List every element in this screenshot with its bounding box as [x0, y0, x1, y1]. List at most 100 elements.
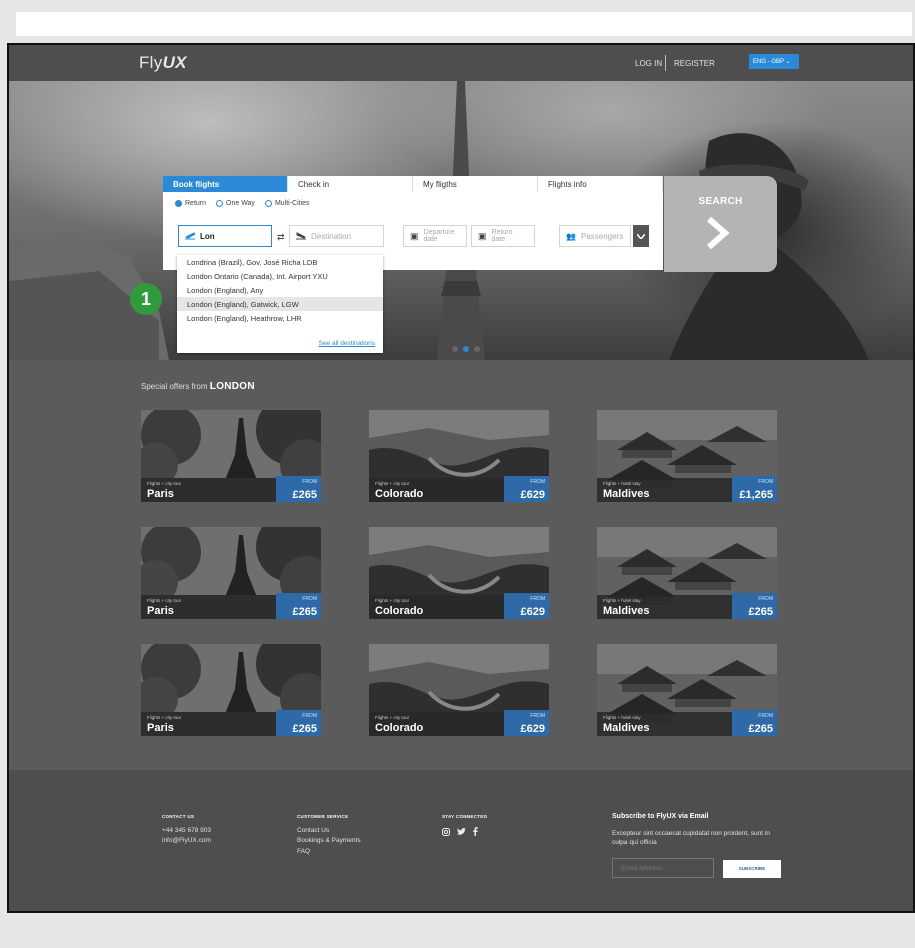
tab-book-flights[interactable]: Book flights	[163, 176, 288, 192]
price-from-label: FROM	[530, 713, 545, 719]
trip-type-group: Return One Way Multi-Cities	[175, 200, 310, 207]
suggestion-item-highlighted[interactable]: London (England), Gatwick, LGW	[177, 297, 383, 311]
carousel-dot[interactable]	[452, 346, 458, 352]
card-subtitle: Flights + city tour	[147, 481, 182, 486]
card-city: Paris	[147, 488, 174, 500]
radio-return[interactable]: Return	[175, 200, 206, 207]
tab-flights-info[interactable]: Flights info	[538, 176, 663, 192]
price-value: £629	[520, 489, 545, 501]
offer-card[interactable]: Flights + city tour Paris FROM £265	[141, 527, 321, 619]
contact-email[interactable]: info@FlyUX.com	[162, 837, 211, 844]
offer-card[interactable]: Flights + hotel stay Maldives FROM £1,265	[597, 410, 777, 502]
service-heading: CUSTOMER SERVICE	[297, 814, 349, 819]
radio-dot	[264, 200, 272, 207]
social-links	[442, 827, 478, 836]
price-box: FROM £629	[504, 593, 549, 619]
footer-link-faq[interactable]: FAQ	[297, 848, 310, 855]
suggestion-item[interactable]: London (England), Heathrow, LHR	[177, 311, 383, 325]
chevron-down-icon	[637, 233, 645, 239]
price-value: £265	[292, 606, 317, 618]
suggestion-item[interactable]: London (England), Any	[177, 283, 383, 297]
price-box: FROM £265	[276, 710, 321, 736]
offer-card[interactable]: Flights + city tour Paris FROM £265	[141, 410, 321, 502]
suggestion-item[interactable]: London Ontario (Canada), Int. Airport YX…	[177, 269, 383, 283]
departure-date-input[interactable]: ▣ Departure date	[403, 225, 467, 247]
card-subtitle: Flights + city tour	[375, 715, 410, 720]
card-city: Maldives	[603, 605, 650, 617]
login-link[interactable]: LOG IN	[635, 59, 662, 68]
contact-heading: CONTACT US	[162, 814, 195, 819]
radio-multi-cities[interactable]: Multi-Cities	[264, 200, 310, 207]
carousel-dot-active[interactable]	[463, 346, 469, 352]
price-box: FROM £629	[504, 710, 549, 736]
tab-my-flights[interactable]: My fligths	[413, 176, 538, 192]
offer-card[interactable]: Flights + city tour Paris FROM £265	[141, 644, 321, 736]
radio-label: Return	[185, 200, 207, 207]
facebook-icon[interactable]	[473, 827, 478, 836]
swap-icon[interactable]: ⇄	[277, 232, 285, 243]
passengers-placeholder: Passengers	[580, 231, 624, 241]
register-link[interactable]: REGISTER	[674, 59, 715, 68]
passengers-dropdown-button[interactable]	[633, 225, 649, 247]
subscribe-text: Excepteur sint occaecat cupidatat non pr…	[612, 830, 770, 846]
card-subtitle: Flights + city tour	[375, 598, 410, 603]
card-subtitle: Flights + hotel stay	[603, 598, 641, 603]
page-frame: FlyUX LOG IN REGISTER ENG - GBP ⌄ Book f…	[7, 43, 915, 913]
price-from-label: FROM	[758, 596, 773, 602]
price-value: £1,265	[739, 489, 773, 501]
card-subtitle: Flights + city tour	[147, 598, 182, 603]
origin-input[interactable]: Lon	[178, 225, 272, 247]
footer-link-contact[interactable]: Contact Us	[297, 827, 329, 834]
passengers-input[interactable]: 👥 Passengers	[559, 225, 631, 247]
return-label-2: date	[491, 236, 506, 243]
tab-check-in[interactable]: Check in	[288, 176, 413, 192]
instagram-icon[interactable]	[442, 827, 450, 836]
destination-placeholder: Destination	[311, 231, 352, 241]
offer-card[interactable]: Flights + hotel stay Maldives FROM £265	[597, 644, 777, 736]
language-value: ENG - GBP	[753, 59, 784, 65]
return-date-input[interactable]: ▣ Return date	[471, 225, 535, 247]
nav-divider	[665, 55, 666, 71]
price-from-label: FROM	[758, 713, 773, 719]
offer-card[interactable]: Flights + hotel stay Maldives FROM £265	[597, 527, 777, 619]
chevron-right-icon	[707, 216, 730, 250]
price-box: FROM £265	[732, 593, 777, 619]
subscribe-email-input[interactable]	[612, 858, 714, 878]
carousel-dot[interactable]	[474, 346, 480, 352]
calendar-icon: ▣	[410, 230, 419, 241]
price-box: FROM £265	[276, 593, 321, 619]
logo[interactable]: FlyUX	[139, 53, 187, 73]
card-city: Colorado	[375, 605, 424, 617]
card-subtitle: Flights + hotel stay	[603, 481, 641, 486]
suggestion-item[interactable]: Londrina (Brazil), Gov. José Richa LDB	[177, 255, 383, 269]
radio-label: One Way	[226, 200, 255, 207]
browser-address-bar[interactable]	[16, 12, 912, 36]
price-box: FROM £265	[732, 710, 777, 736]
landing-icon	[296, 232, 306, 240]
offer-card[interactable]: Flights + city tour Colorado FROM £629	[369, 644, 549, 736]
subscribe-button[interactable]: SUBSCRIBE	[723, 860, 781, 878]
price-from-label: FROM	[302, 596, 317, 602]
twitter-icon[interactable]	[457, 827, 466, 836]
language-select[interactable]: ENG - GBP ⌄	[749, 54, 799, 69]
chevron-down-icon: ⌄	[785, 59, 791, 65]
price-from-label: FROM	[302, 713, 317, 719]
social-heading: STAY CONNECTED	[442, 814, 488, 819]
search-button[interactable]: SEARCH	[664, 176, 777, 272]
see-all-destinations-link[interactable]: See all destinations	[319, 340, 375, 347]
price-value: £265	[748, 606, 773, 618]
hero-banner: Book flights Check in My fligths Flights…	[9, 81, 913, 360]
offer-card[interactable]: Flights + city tour Colorado FROM £629	[369, 410, 549, 502]
destination-input[interactable]: Destination	[289, 225, 384, 247]
contact-phone: +44 345 678 903	[162, 827, 211, 834]
origin-suggestions: Londrina (Brazil), Gov. José Richa LDB L…	[177, 255, 383, 353]
offers-prefix: Special offers from	[141, 382, 208, 391]
carousel-dots	[452, 346, 480, 352]
radio-one-way[interactable]: One Way	[216, 200, 255, 207]
price-from-label: FROM	[302, 479, 317, 485]
price-from-label: FROM	[530, 596, 545, 602]
offer-card[interactable]: Flights + city tour Colorado FROM £629	[369, 527, 549, 619]
card-subtitle: Flights + city tour	[147, 715, 182, 720]
footer-link-bookings[interactable]: Bookings & Payments	[297, 837, 361, 844]
card-city: Paris	[147, 722, 174, 734]
